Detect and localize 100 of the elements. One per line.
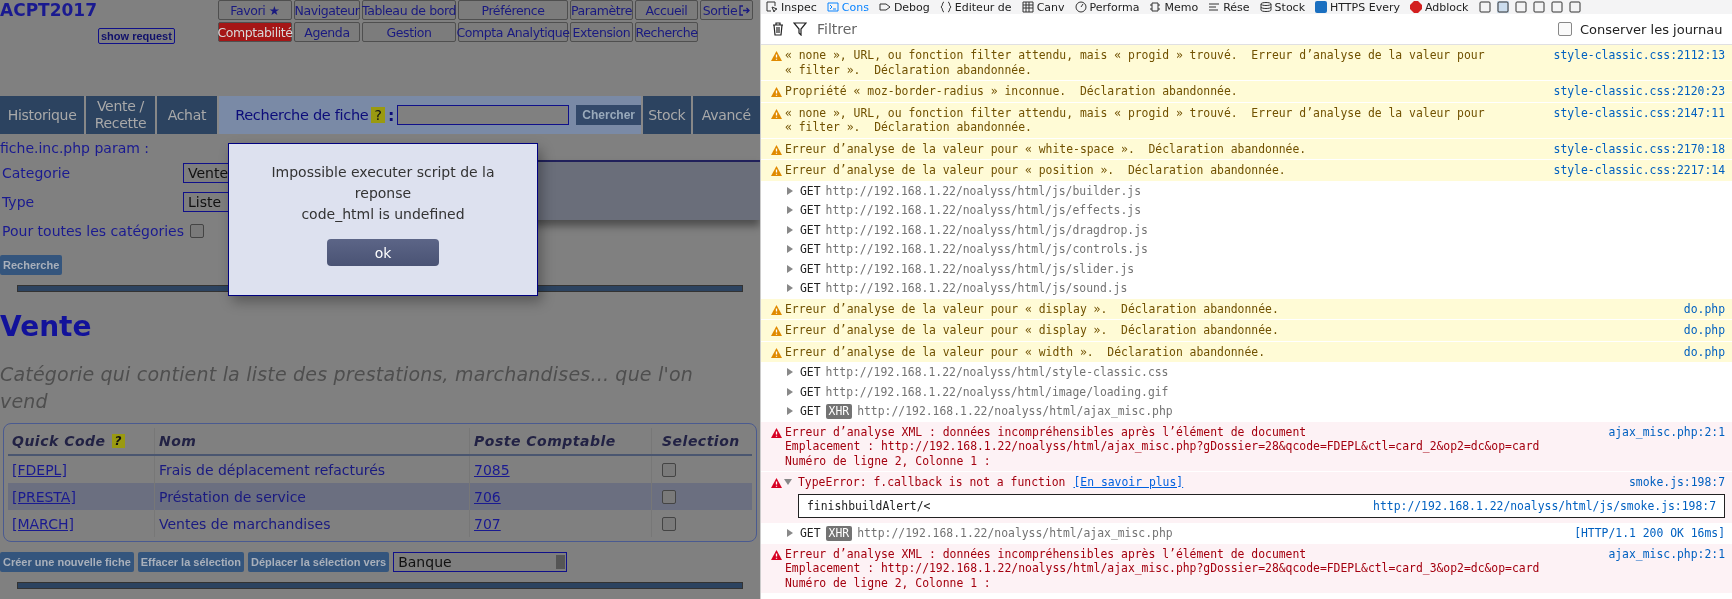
source-link[interactable]: do.php: [1683, 323, 1725, 338]
request-url[interactable]: http://192.168.1.22/noalyss/html/image/loading.gif: [825, 384, 1169, 399]
source-link[interactable]: ajax_misc.php:2:1: [1608, 546, 1725, 561]
request-url[interactable]: http://192.168.1.22/noalyss/html/ajax_misc.php: [857, 404, 1173, 419]
toolbar-icon[interactable]: [1515, 1, 1528, 13]
devtools-tab[interactable]: Canv: [1016, 0, 1070, 14]
expand-arrow-icon[interactable]: [786, 387, 794, 396]
module-tab[interactable]: Stock: [643, 96, 691, 134]
source-link[interactable]: ajax_misc.php:2:1: [1608, 424, 1725, 439]
help-badge[interactable]: ?: [371, 107, 385, 123]
devtools-tab[interactable]: Memo: [1144, 0, 1204, 14]
search-button[interactable]: Recherche: [0, 255, 63, 275]
expand-arrow-icon[interactable]: [786, 284, 794, 292]
request-url[interactable]: http://192.168.1.22/noalyss/html/js/dragdrop.js: [825, 222, 1148, 237]
source-link[interactable]: style-classic.css:2120:23: [1553, 84, 1725, 99]
action-button[interactable]: Déplacer la sélection vers: [248, 552, 390, 572]
action-button[interactable]: Créer une nouvelle fiche: [0, 552, 134, 572]
account-link[interactable]: 706: [474, 488, 501, 505]
expand-arrow-icon[interactable]: [786, 245, 794, 253]
quick-code-link[interactable]: [PRESTA]: [12, 488, 76, 505]
devtools-tab[interactable]: Adblock: [1404, 0, 1474, 14]
account-link[interactable]: 7085: [474, 461, 510, 478]
request-url[interactable]: http://192.168.1.22/noalyss/html/js/sound.js: [825, 281, 1128, 296]
request-url[interactable]: http://192.168.1.22/noalyss/html/ajax_misc.php: [857, 526, 1173, 541]
expand-arrow-icon[interactable]: [784, 478, 792, 486]
account-link[interactable]: 707: [474, 515, 501, 532]
module-tab[interactable]: Vente / Recette: [86, 96, 155, 134]
http-method: GET: [800, 183, 821, 198]
status-link[interactable]: [HTTP/1.1 200 OK 16ms]: [1574, 526, 1725, 541]
menu-button[interactable]: Tableau de bord: [362, 0, 456, 20]
menu-button[interactable]: Favori ★: [218, 0, 292, 20]
devtools-tab[interactable]: Rése: [1203, 0, 1255, 14]
module-tab[interactable]: Historique: [0, 96, 85, 134]
learn-more-link[interactable]: [En savoir plus]: [1073, 475, 1184, 489]
toolbar-icon[interactable]: [1569, 1, 1582, 13]
ok-button[interactable]: ok: [327, 239, 439, 266]
module-tab[interactable]: Achat: [156, 96, 218, 134]
menu-button[interactable]: Préférence: [458, 0, 568, 20]
card-search-field[interactable]: [397, 105, 570, 125]
menu-button[interactable]: Sortie: [700, 0, 753, 20]
request-url[interactable]: http://192.168.1.22/noalyss/html/js/effects.js: [825, 203, 1142, 218]
source-link[interactable]: style-classic.css:2112:13: [1553, 48, 1725, 63]
expand-arrow-icon[interactable]: [786, 186, 794, 195]
source-link[interactable]: do.php: [1683, 301, 1725, 316]
target-select[interactable]: Banque: [393, 552, 568, 572]
console-message: « none », URL, ou fonction filter attendu, mais « progid » trouvé. Erreur d’analyse de la valeur pour: [785, 48, 1485, 62]
toolbar-icon[interactable]: [1479, 1, 1492, 13]
quick-code-link[interactable]: [MARCH]: [12, 515, 74, 532]
trash-icon[interactable]: [771, 22, 785, 36]
toolbar-icon[interactable]: [1497, 1, 1510, 13]
request-url[interactable]: http://192.168.1.22/noalyss/html/js/controls.js: [825, 242, 1148, 257]
source-link[interactable]: style-classic.css:2170:18: [1553, 141, 1725, 156]
show-request-button[interactable]: show request: [98, 28, 175, 44]
help-badge[interactable]: ?: [111, 434, 126, 448]
menu-button[interactable]: Navigateur: [294, 0, 360, 20]
request-url[interactable]: http://192.168.1.22/noalyss/html/js/slider.js: [825, 261, 1135, 276]
expand-arrow-icon[interactable]: [786, 529, 794, 537]
checkbox[interactable]: [662, 516, 676, 531]
menu-button[interactable]: Agenda: [294, 22, 360, 42]
source-link[interactable]: do.php: [1683, 344, 1725, 359]
table-cell: Préstation de service: [159, 488, 306, 505]
module-tab[interactable]: Avancé: [692, 96, 760, 134]
source-link[interactable]: http://192.168.1.22/noalyss/html/js/smoke.js:198:7: [1373, 498, 1716, 513]
devtools-tab[interactable]: Cons: [821, 0, 874, 14]
devtools-tab[interactable]: Debog: [873, 0, 935, 14]
devtools-tab[interactable]: Editeur de: [934, 0, 1017, 14]
request-url[interactable]: http://192.168.1.22/noalyss/html/js/builder.js: [825, 183, 1142, 198]
expand-arrow-icon[interactable]: [786, 206, 794, 214]
menu-button[interactable]: Gestion: [362, 22, 456, 42]
source-link[interactable]: style-classic.css:2217:14: [1553, 163, 1725, 178]
request-url[interactable]: http://192.168.1.22/noalyss/html/style-classic.css: [825, 365, 1169, 380]
toolbar-icon[interactable]: [1533, 1, 1546, 13]
menu-button[interactable]: Extension: [570, 22, 633, 42]
http-method: GET: [800, 404, 821, 419]
search-button[interactable]: Chercher: [576, 105, 641, 125]
checkbox[interactable]: [190, 223, 204, 238]
devtools-tab[interactable]: Stock: [1254, 0, 1311, 14]
action-button[interactable]: Effacer la sélection: [137, 552, 245, 572]
expand-arrow-icon[interactable]: [786, 368, 794, 376]
checkbox[interactable]: [662, 462, 676, 477]
http-method: GET: [800, 281, 821, 296]
toolbar-icon[interactable]: [1551, 1, 1564, 13]
menu-button[interactable]: Paramètre: [570, 0, 633, 20]
devtools-tab[interactable]: HTTPS Every: [1310, 0, 1405, 14]
menu-button[interactable]: Comptabilité: [218, 22, 292, 42]
devtools-tab[interactable]: Inspec: [761, 0, 822, 14]
source-link[interactable]: style-classic.css:2147:11: [1553, 105, 1725, 120]
expand-arrow-icon[interactable]: [786, 264, 794, 273]
braces-icon: [939, 1, 952, 13]
menu-button[interactable]: Compta Analytique: [458, 22, 568, 42]
checkbox[interactable]: [662, 489, 676, 504]
devtools-tab[interactable]: Performa: [1069, 0, 1145, 14]
menu-button[interactable]: Recherche: [635, 22, 698, 42]
source-link[interactable]: smoke.js:198:7: [1629, 475, 1725, 490]
menu-button[interactable]: Accueil: [635, 0, 698, 20]
quick-code-link[interactable]: [FDEPL]: [12, 461, 67, 478]
checkbox[interactable]: [1558, 22, 1572, 36]
expand-arrow-icon[interactable]: [786, 407, 794, 415]
expand-arrow-icon[interactable]: [786, 225, 794, 234]
filter-icon: [793, 22, 807, 36]
